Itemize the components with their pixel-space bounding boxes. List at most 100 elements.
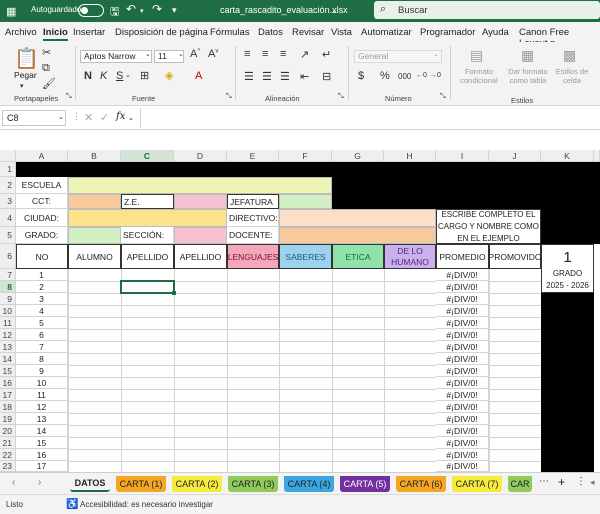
column-header-c[interactable]: C: [121, 150, 174, 162]
row-header[interactable]: 9: [0, 293, 16, 305]
tab-archivo[interactable]: Archivo: [5, 27, 37, 38]
alignment-launcher-icon[interactable]: ⤡: [338, 93, 344, 101]
scroll-left-icon[interactable]: ◂: [590, 477, 595, 488]
promedio-cell[interactable]: #¡DIV/0!: [436, 425, 489, 437]
row-header[interactable]: 14: [0, 353, 16, 365]
promedio-cell[interactable]: #¡DIV/0!: [436, 293, 489, 305]
promedio-cell[interactable]: #¡DIV/0!: [436, 437, 489, 449]
accessibility-icon[interactable]: ♿: [66, 499, 78, 510]
row-header[interactable]: 15: [0, 365, 16, 377]
row-header[interactable]: 23: [0, 461, 16, 472]
name-box[interactable]: C8: [2, 110, 66, 126]
promedio-cell[interactable]: #¡DIV/0!: [436, 377, 489, 389]
row-header[interactable]: 16: [0, 377, 16, 389]
ze-input[interactable]: [174, 194, 227, 209]
tab-automatizar[interactable]: Automatizar: [361, 27, 412, 38]
redo-icon[interactable]: ↷: [152, 2, 162, 16]
row-header[interactable]: 10: [0, 305, 16, 317]
row-header[interactable]: 13: [0, 341, 16, 353]
column-header-e[interactable]: E: [227, 150, 279, 162]
percent-style-icon[interactable]: %: [380, 70, 390, 82]
tab-formulas[interactable]: Fórmulas: [210, 27, 250, 38]
row-header[interactable]: 12: [0, 329, 16, 341]
cct-input[interactable]: [68, 194, 121, 209]
undo-icon[interactable]: ↶: [126, 2, 136, 16]
row-header[interactable]: 2: [0, 177, 16, 194]
promedio-cell[interactable]: #¡DIV/0!: [436, 401, 489, 413]
font-launcher-icon[interactable]: ⤡: [226, 93, 232, 101]
seccion-input[interactable]: [174, 227, 227, 244]
tab-disposicion[interactable]: Disposición de página: [115, 27, 208, 38]
row-header[interactable]: 21: [0, 437, 16, 449]
column-header-d[interactable]: D: [174, 150, 227, 162]
cancel-icon[interactable]: ✕: [84, 111, 93, 124]
format-as-table-icon[interactable]: ▦: [521, 47, 534, 64]
promedio-cell[interactable]: #¡DIV/0!: [436, 305, 489, 317]
column-header-g[interactable]: G: [332, 150, 384, 162]
column-header-l[interactable]: [594, 150, 600, 162]
row-header[interactable]: 8: [0, 281, 16, 293]
clipboard-launcher-icon[interactable]: ⤡: [66, 93, 72, 101]
row-header[interactable]: 18: [0, 401, 16, 413]
sheet-tab-carta-8[interactable]: CAR: [508, 476, 532, 492]
row-header[interactable]: 6: [0, 244, 16, 269]
filename-dropdown-icon[interactable]: ⌄: [331, 6, 338, 15]
ciudad-input[interactable]: [68, 209, 227, 227]
jefatura-input[interactable]: [279, 194, 332, 209]
tab-insertar[interactable]: Insertar: [73, 27, 105, 38]
selected-cell-c8[interactable]: [120, 280, 175, 294]
row-header[interactable]: 1: [0, 162, 16, 177]
sheet-tab-carta-5[interactable]: CARTA (5): [340, 476, 390, 492]
number-format-dropdown-icon[interactable]: ⌄: [433, 50, 439, 58]
insert-function-icon[interactable]: fx: [116, 111, 125, 122]
italic-icon[interactable]: K: [100, 70, 107, 82]
row-header[interactable]: 4: [0, 209, 16, 227]
tab-revisar[interactable]: Revisar: [292, 27, 324, 38]
increase-decimal-icon[interactable]: ←0: [416, 72, 427, 79]
grado-input[interactable]: [68, 227, 121, 244]
function-dropdown-icon[interactable]: ⌄: [128, 114, 134, 122]
escuela-input[interactable]: [68, 177, 332, 194]
undo-dropdown-icon[interactable]: ▾: [140, 7, 144, 15]
decrease-indent-icon[interactable]: ⇤: [300, 70, 309, 83]
conditional-format-icon[interactable]: ▤: [470, 47, 483, 64]
add-sheet-icon[interactable]: +: [558, 475, 565, 489]
merge-center-icon[interactable]: ⊟: [322, 70, 331, 83]
promedio-cell[interactable]: #¡DIV/0!: [436, 413, 489, 425]
search-box[interactable]: ⌕ Buscar: [374, 1, 600, 19]
tab-programador[interactable]: Programador: [420, 27, 475, 38]
cell-styles-icon[interactable]: ▩: [563, 47, 576, 64]
accessibility-status[interactable]: Accesibilidad: es necesario investigar: [80, 500, 213, 509]
tab-ayuda[interactable]: Ayuda: [482, 27, 509, 38]
promedio-cell[interactable]: #¡DIV/0!: [436, 329, 489, 341]
more-options-icon[interactable]: ⋮: [576, 476, 586, 487]
paste-button[interactable]: Pegar: [14, 70, 37, 80]
sheet-tab-carta-4[interactable]: CARTA (4): [284, 476, 334, 492]
borders-icon[interactable]: ⊞: [140, 69, 149, 82]
sheet-tab-datos[interactable]: DATOS: [70, 476, 110, 492]
promedio-cell[interactable]: #¡DIV/0!: [436, 389, 489, 401]
promedio-cell[interactable]: #¡DIV/0!: [436, 269, 489, 281]
font-color-icon[interactable]: A: [195, 70, 202, 82]
save-icon[interactable]: 🖫: [110, 3, 119, 22]
row-header[interactable]: 19: [0, 413, 16, 425]
font-name-select[interactable]: Aptos Narrow: [80, 50, 152, 63]
number-launcher-icon[interactable]: ⤡: [440, 93, 446, 101]
orientation-icon[interactable]: ↗: [300, 48, 309, 61]
row-header[interactable]: 17: [0, 389, 16, 401]
name-box-dropdown-icon[interactable]: ⌄: [58, 113, 64, 121]
align-left-icon[interactable]: ☰: [244, 70, 254, 83]
docente-input[interactable]: [279, 227, 436, 244]
autosave-toggle[interactable]: [78, 4, 104, 17]
column-header-i[interactable]: I: [436, 150, 489, 162]
align-right-icon[interactable]: ☰: [280, 70, 290, 83]
align-middle-icon[interactable]: ≡: [262, 48, 268, 60]
cell-styles-button[interactable]: Estilos de celda: [552, 67, 592, 85]
column-header-h[interactable]: H: [384, 150, 436, 162]
column-header-b[interactable]: B: [68, 150, 121, 162]
wrap-text-icon[interactable]: ↵: [322, 48, 331, 61]
underline-dropdown-icon[interactable]: ⌄: [125, 71, 131, 79]
tab-vista[interactable]: Vista: [331, 27, 352, 38]
row-header[interactable]: 20: [0, 425, 16, 437]
comma-style-icon[interactable]: 000: [398, 72, 411, 81]
